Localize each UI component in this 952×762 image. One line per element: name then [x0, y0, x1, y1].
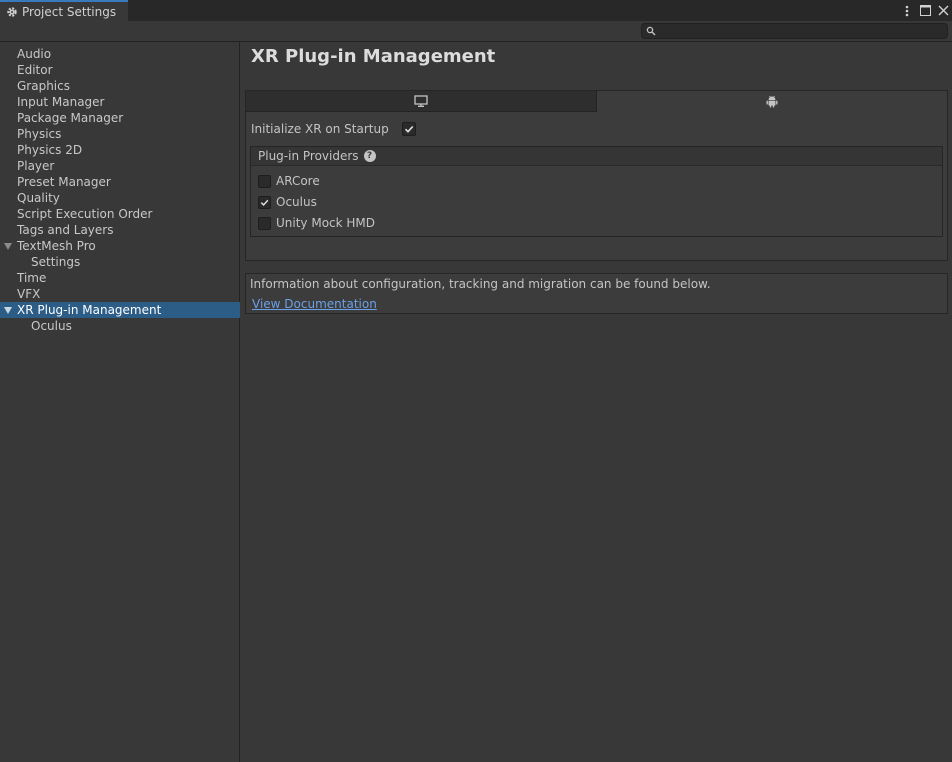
sidebar-item-graphics[interactable]: Graphics	[0, 78, 240, 94]
sidebar-item-input-manager[interactable]: Input Manager	[0, 94, 240, 110]
provider-unity-mock-hmd-checkbox[interactable]	[258, 216, 271, 230]
search-toolbar	[0, 21, 952, 42]
window-titlebar: Project Settings	[0, 0, 952, 21]
platform-tabs	[246, 91, 947, 112]
foldout-arrow-icon[interactable]	[4, 243, 12, 250]
xr-settings-panel: Initialize XR on Startup Plug-in Provide…	[245, 90, 948, 261]
provider-arcore-checkbox[interactable]	[258, 174, 271, 188]
sidebar-item-physics[interactable]: Physics	[0, 126, 240, 142]
provider-oculus-checkbox[interactable]	[258, 195, 271, 209]
provider-label: Oculus	[276, 195, 317, 209]
plugin-providers-header: Plug-in Providers ?	[251, 147, 942, 166]
android-icon	[766, 95, 778, 108]
tab-title: Project Settings	[22, 4, 117, 19]
sidebar-item-script-execution-order[interactable]: Script Execution Order	[0, 206, 240, 222]
maximize-icon[interactable]	[918, 4, 932, 18]
provider-arcore[interactable]: ARCore	[258, 173, 320, 189]
search-input[interactable]	[641, 23, 948, 39]
sidebar-item-oculus[interactable]: Oculus	[0, 318, 240, 334]
plugin-providers-group: Plug-in Providers ? ARCore Oculus Unity …	[250, 146, 943, 237]
tab-desktop[interactable]	[246, 91, 597, 112]
tab-android[interactable]	[597, 91, 947, 112]
info-text: Information about configuration, trackin…	[250, 277, 711, 291]
search-icon	[646, 26, 656, 36]
sidebar-item-package-manager[interactable]: Package Manager	[0, 110, 240, 126]
sidebar-item-vfx[interactable]: VFX	[0, 286, 240, 302]
close-icon[interactable]	[936, 4, 950, 18]
sidebar-item-player[interactable]: Player	[0, 158, 240, 174]
project-settings-tab[interactable]: Project Settings	[0, 0, 128, 21]
plugin-providers-title: Plug-in Providers	[258, 149, 359, 163]
provider-label: Unity Mock HMD	[276, 216, 376, 230]
page-title: XR Plug-in Management	[251, 46, 496, 67]
sidebar-item-time[interactable]: Time	[0, 270, 240, 286]
view-documentation-link[interactable]: View Documentation	[252, 297, 377, 311]
foldout-arrow-icon[interactable]	[4, 307, 12, 314]
sidebar-item-textmesh-pro[interactable]: TextMesh Pro	[0, 238, 240, 254]
sidebar-item-preset-manager[interactable]: Preset Manager	[0, 174, 240, 190]
settings-sidebar: Audio Editor Graphics Input Manager Pack…	[0, 42, 240, 762]
init-xr-label: Initialize XR on Startup	[251, 122, 389, 136]
sidebar-item-textmesh-settings[interactable]: Settings	[0, 254, 240, 270]
sidebar-item-physics-2d[interactable]: Physics 2D	[0, 142, 240, 158]
kebab-menu-icon[interactable]	[900, 4, 914, 18]
sidebar-item-audio[interactable]: Audio	[0, 46, 240, 62]
checkmark-icon	[260, 199, 269, 206]
sidebar-item-xr-plugin-management[interactable]: XR Plug-in Management	[0, 302, 240, 318]
init-xr-checkbox[interactable]	[402, 122, 416, 136]
sidebar-item-editor[interactable]: Editor	[0, 62, 240, 78]
provider-oculus[interactable]: Oculus	[258, 194, 317, 210]
provider-unity-mock-hmd[interactable]: Unity Mock HMD	[258, 215, 375, 231]
gear-icon	[7, 6, 17, 17]
sidebar-item-quality[interactable]: Quality	[0, 190, 240, 206]
info-panel: Information about configuration, trackin…	[245, 273, 948, 314]
help-icon[interactable]: ?	[363, 150, 376, 162]
sidebar-item-tags-and-layers[interactable]: Tags and Layers	[0, 222, 240, 238]
provider-label: ARCore	[276, 174, 320, 188]
desktop-icon	[414, 95, 428, 107]
checkmark-icon	[404, 125, 414, 133]
settings-main-panel: XR Plug-in Management Initialize XR on S…	[241, 42, 952, 762]
